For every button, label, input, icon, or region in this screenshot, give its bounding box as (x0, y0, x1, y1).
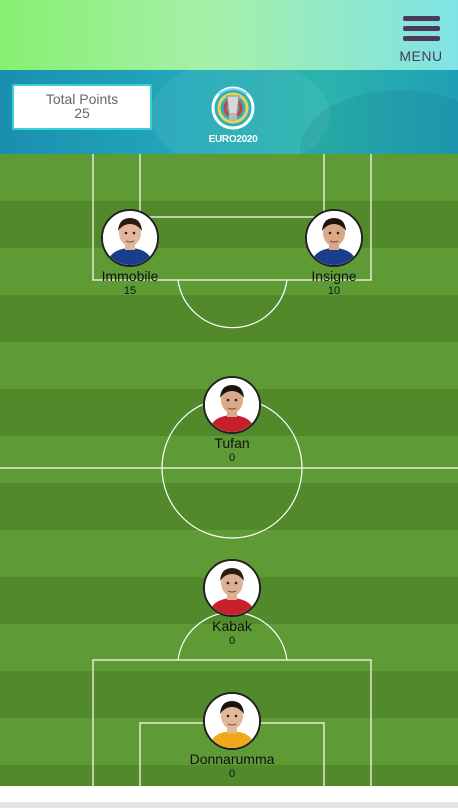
menu-button[interactable]: MENU (396, 12, 446, 66)
player-card-insigne[interactable]: Insigne 10 (284, 209, 384, 298)
football-pitch: Immobile 15 Insigne 10 Tufan 0 Kabak 0 D… (0, 154, 458, 786)
total-points-value: 25 (74, 105, 90, 121)
player-name: Insigne (311, 268, 357, 284)
player-avatar (203, 559, 261, 617)
player-avatar (305, 209, 363, 267)
bottom-strip (0, 786, 458, 808)
player-name: Tufan (214, 435, 250, 451)
player-card-kabak[interactable]: Kabak 0 (182, 559, 282, 648)
player-name: Kabak (212, 618, 252, 634)
player-name: Donnarumma (189, 751, 275, 767)
player-avatar (203, 376, 261, 434)
player-card-donnarumma[interactable]: Donnarumma 0 (182, 692, 282, 781)
hamburger-icon-bar (403, 36, 440, 41)
player-points: 10 (327, 285, 341, 297)
total-points-box: Total Points 25 (12, 84, 152, 130)
logo-text: EURO2020 (208, 134, 258, 145)
hamburger-icon-bar (403, 26, 440, 31)
player-points: 0 (228, 768, 236, 780)
player-avatar (101, 209, 159, 267)
hamburger-icon-bar (403, 16, 440, 21)
total-points-label: Total Points (45, 91, 119, 107)
top-bar: MENU (0, 0, 458, 70)
player-points: 0 (228, 452, 236, 464)
player-card-immobile[interactable]: Immobile 15 (80, 209, 180, 298)
header-banner: Total Points 25 EURO2020 (0, 70, 458, 154)
player-avatar (203, 692, 261, 750)
euro2020-logo-icon: EURO2020 (205, 86, 261, 148)
menu-label: MENU (399, 48, 443, 64)
player-points: 0 (228, 635, 236, 647)
player-name: Immobile (101, 268, 159, 284)
player-card-tufan[interactable]: Tufan 0 (182, 376, 282, 465)
player-points: 15 (123, 285, 137, 297)
